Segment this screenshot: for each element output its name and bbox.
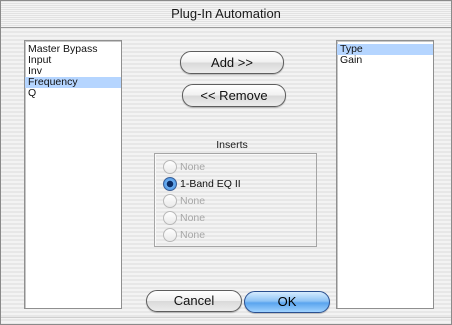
title-bar[interactable]: Plug-In Automation (1, 1, 451, 28)
insert-option-label: None (180, 229, 206, 241)
insert-option-label: 1-Band EQ II (180, 178, 241, 190)
remove-button[interactable]: << Remove (182, 84, 286, 107)
window-title: Plug-In Automation (171, 6, 281, 21)
inserts-label: Inserts (216, 139, 248, 151)
insert-option-label: None (180, 161, 206, 173)
inserts-group: None 1-Band EQ II None None None (154, 153, 317, 247)
list-item-q[interactable]: Q (25, 88, 121, 99)
cancel-button[interactable]: Cancel (146, 290, 242, 312)
radio-button-icon[interactable] (163, 228, 177, 242)
automated-parameters-list[interactable]: Type Gain (336, 40, 434, 309)
available-parameters-list[interactable]: Master Bypass Input Inv Frequency Q (24, 40, 122, 309)
radio-button-icon[interactable] (163, 194, 177, 208)
ok-button[interactable]: OK (244, 291, 330, 313)
add-button[interactable]: Add >> (180, 51, 284, 74)
radio-button-selected-icon[interactable] (163, 177, 177, 191)
insert-option-label: None (180, 195, 206, 207)
list-item-gain[interactable]: Gain (337, 55, 433, 66)
radio-button-icon[interactable] (163, 160, 177, 174)
plugin-automation-dialog: Plug-In Automation Master Bypass Input I… (0, 0, 452, 325)
radio-button-icon[interactable] (163, 211, 177, 225)
bottom-divider (1, 317, 451, 318)
insert-option-label: None (180, 212, 206, 224)
list-item-frequency[interactable]: Frequency (25, 77, 121, 88)
